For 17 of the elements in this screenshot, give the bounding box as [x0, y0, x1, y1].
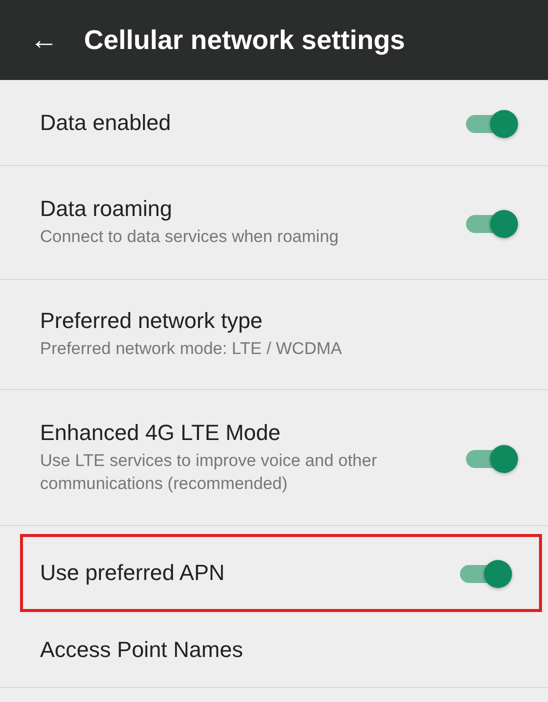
setting-row[interactable]: Access Point Names	[0, 612, 548, 688]
setting-title: Enhanced 4G LTE Mode	[40, 420, 282, 446]
back-button[interactable]: ←	[30, 24, 58, 56]
setting-row[interactable]: Enhanced 4G LTE Mode Use LTE services to improve voice and other communications (recommended)	[0, 390, 548, 526]
setting-row[interactable]: Preferred network type Preferred network mode: LTE / WCDMA	[0, 280, 548, 390]
highlighted-setting-row[interactable]: Use preferred APN	[20, 534, 542, 612]
setting-row[interactable]: Data enabled	[0, 80, 548, 166]
setting-title: Data enabled	[40, 110, 172, 136]
setting-title: Preferred network type	[40, 308, 264, 334]
setting-title: Use preferred APN	[40, 560, 226, 586]
setting-summary: Use LTE services to improve voice and other communications (recommended)	[40, 450, 378, 494]
setting-summary: Connect to data services when roaming	[40, 226, 340, 248]
setting-summary: Preferred network mode: LTE / WCDMA	[40, 338, 343, 360]
setting-title: Access Point Names	[40, 636, 244, 662]
screen-title: Cellular network settings	[84, 24, 406, 56]
setting-row[interactable]: Data roaming Connect to data services when roaming	[0, 166, 548, 280]
setting-title: Data roaming	[40, 196, 174, 222]
